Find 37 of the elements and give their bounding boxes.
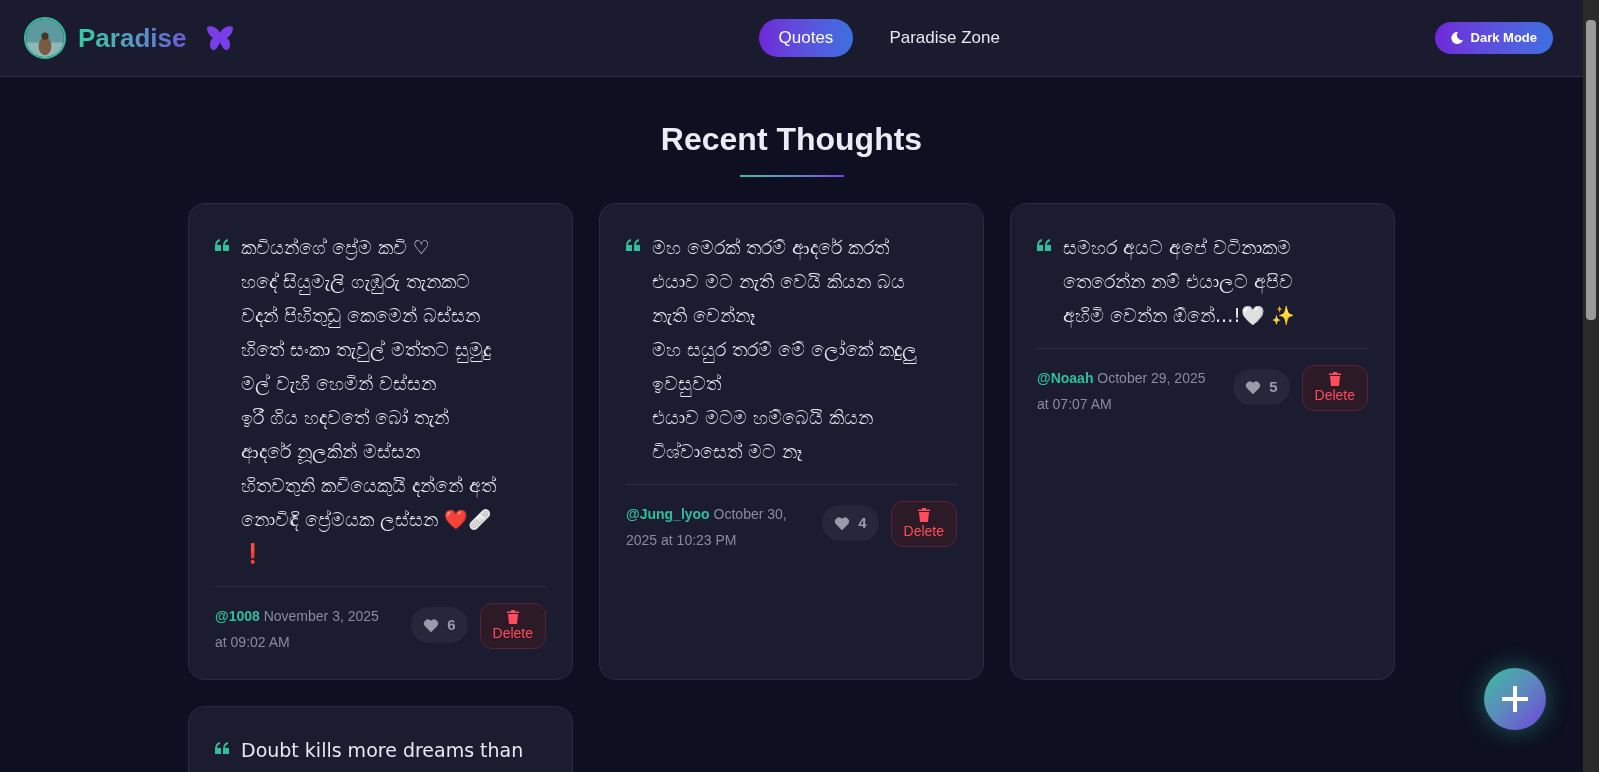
heart-icon (834, 515, 851, 531)
delete-button[interactable]: Delete (479, 603, 546, 649)
author-link[interactable]: @Noaah (1037, 370, 1094, 386)
post-date: November 3, 2025 (263, 608, 379, 624)
nav-tab[interactable]: Quotes (758, 19, 854, 57)
quote-text: මහ මෙරක් තරම් ආදරේ කරත් එයාව මට නැති වෙයි කියන බය නැති වෙන්නෑ මහ සයුර තරම් මේ ලෝකේ කදුලු ඉවසුවත් එයාව මටම හම්බෙයි කියන විශ්වාසෙත් මට නෑ (652, 235, 918, 464)
post-time: at 09:02 AM (215, 633, 291, 652)
add-button[interactable] (1484, 668, 1546, 730)
post-date: October 30, (713, 506, 787, 522)
quote-text: Doubt kills more dreams than (241, 738, 524, 763)
heart-icon (1245, 379, 1262, 395)
post-time: at 07:07 AM (1037, 395, 1113, 414)
quote-icon (1037, 239, 1051, 251)
plus-icon (1502, 686, 1528, 712)
quote-text: සමහර අයට අපේ වටිනාකම තෙරෙන්න නම් එයාලට අපිව අහිමි වෙන්න ඕනේ...!🤍 ✨ (1063, 235, 1295, 330)
dark-mode-button[interactable]: Dark Mode (1434, 22, 1553, 54)
delete-button[interactable]: Delete (890, 501, 957, 547)
post-date: October 29, 2025 (1097, 370, 1206, 386)
trash-icon (917, 508, 930, 522)
page-heading: Recent Thoughts (660, 120, 923, 159)
author-link[interactable]: @Jung_lyoo (626, 506, 710, 522)
delete-button[interactable]: Delete (1301, 365, 1368, 411)
like-button[interactable]: 5 (1233, 369, 1290, 405)
nav-tab[interactable]: Paradise Zone (869, 19, 1020, 57)
like-button[interactable]: 4 (822, 505, 879, 541)
like-button[interactable]: 6 (411, 607, 468, 643)
quote-icon (215, 742, 229, 754)
trash-icon (1328, 372, 1341, 386)
author-link[interactable]: @1008 (215, 608, 260, 624)
heart-icon (423, 617, 440, 633)
quote-icon (626, 239, 640, 251)
moon-icon (1450, 32, 1463, 44)
butterfly-icon (206, 25, 235, 51)
post-time: 2025 at 10:23 PM (626, 531, 738, 550)
quote-text: කවියන්ගේ ප්‍රේම කවි ♡ හදේ සියුමැලි ගැඹුරු තැනකට වදන් පිහිතුඩු කෙමෙන් බස්සන හිතේ සංකා තැවුල් මත්තට සුමුදු මල් වැහි හෙමින් වස්සන ඉරී ගිය හදවතේ බෝ තැන් ආදරේ නූලකින් මස්සන හිතවතුනි කවියෙකුයි දන්නේ අත් නොවිඳි ප්‍රේමයක ලස්සන ❤🩹 ❗ (241, 235, 497, 566)
quote-icon (215, 239, 229, 251)
trash-icon (506, 610, 519, 624)
